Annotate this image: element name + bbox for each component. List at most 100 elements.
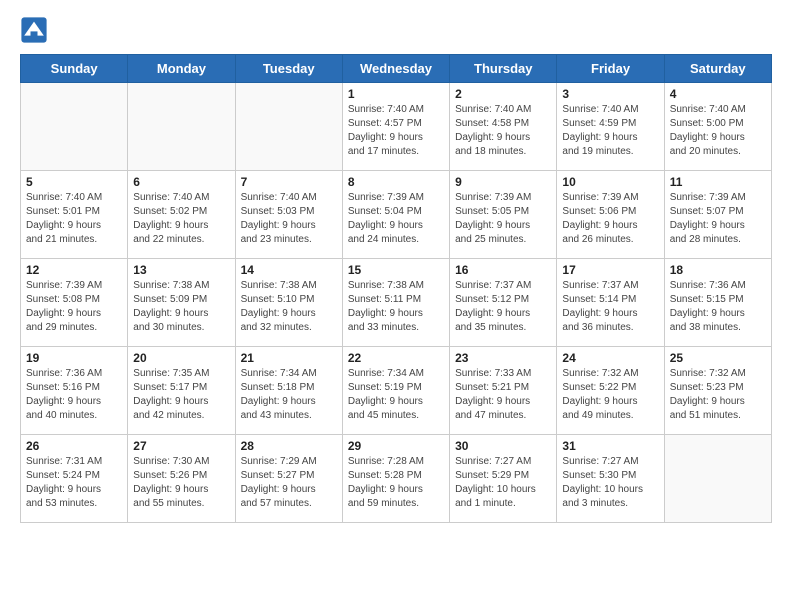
day-number: 26 <box>26 439 122 453</box>
day-info: Sunrise: 7:32 AM Sunset: 5:23 PM Dayligh… <box>670 367 766 423</box>
day-info: Sunrise: 7:38 AM Sunset: 5:11 PM Dayligh… <box>348 279 444 335</box>
empty-cell <box>128 83 235 171</box>
day-info: Sunrise: 7:37 AM Sunset: 5:14 PM Dayligh… <box>562 279 658 335</box>
day-number: 2 <box>455 87 551 101</box>
day-number: 21 <box>241 351 337 365</box>
day-cell-6: 6 Sunrise: 7:40 AM Sunset: 5:02 PM Daylig… <box>128 171 235 259</box>
day-info: Sunrise: 7:39 AM Sunset: 5:08 PM Dayligh… <box>26 279 122 335</box>
day-number: 8 <box>348 175 444 189</box>
days-of-week-row: SundayMondayTuesdayWednesdayThursdayFrid… <box>21 55 772 83</box>
day-header-saturday: Saturday <box>664 55 771 83</box>
day-info: Sunrise: 7:35 AM Sunset: 5:17 PM Dayligh… <box>133 367 229 423</box>
day-number: 12 <box>26 263 122 277</box>
day-cell-4: 4 Sunrise: 7:40 AM Sunset: 5:00 PM Daylig… <box>664 83 771 171</box>
day-number: 20 <box>133 351 229 365</box>
page: SundayMondayTuesdayWednesdayThursdayFrid… <box>0 0 792 539</box>
day-number: 25 <box>670 351 766 365</box>
day-header-thursday: Thursday <box>450 55 557 83</box>
day-number: 13 <box>133 263 229 277</box>
day-info: Sunrise: 7:29 AM Sunset: 5:27 PM Dayligh… <box>241 455 337 511</box>
day-info: Sunrise: 7:34 AM Sunset: 5:19 PM Dayligh… <box>348 367 444 423</box>
day-number: 11 <box>670 175 766 189</box>
day-header-friday: Friday <box>557 55 664 83</box>
day-cell-17: 17 Sunrise: 7:37 AM Sunset: 5:14 PM Dayli… <box>557 259 664 347</box>
day-number: 31 <box>562 439 658 453</box>
day-number: 28 <box>241 439 337 453</box>
day-info: Sunrise: 7:36 AM Sunset: 5:16 PM Dayligh… <box>26 367 122 423</box>
logo <box>20 16 52 44</box>
day-number: 23 <box>455 351 551 365</box>
day-info: Sunrise: 7:32 AM Sunset: 5:22 PM Dayligh… <box>562 367 658 423</box>
day-number: 9 <box>455 175 551 189</box>
day-cell-16: 16 Sunrise: 7:37 AM Sunset: 5:12 PM Dayli… <box>450 259 557 347</box>
day-cell-9: 9 Sunrise: 7:39 AM Sunset: 5:05 PM Daylig… <box>450 171 557 259</box>
day-info: Sunrise: 7:30 AM Sunset: 5:26 PM Dayligh… <box>133 455 229 511</box>
day-cell-26: 26 Sunrise: 7:31 AM Sunset: 5:24 PM Dayli… <box>21 435 128 523</box>
day-info: Sunrise: 7:40 AM Sunset: 5:01 PM Dayligh… <box>26 191 122 247</box>
day-cell-2: 2 Sunrise: 7:40 AM Sunset: 4:58 PM Daylig… <box>450 83 557 171</box>
day-info: Sunrise: 7:40 AM Sunset: 5:03 PM Dayligh… <box>241 191 337 247</box>
day-number: 24 <box>562 351 658 365</box>
day-cell-21: 21 Sunrise: 7:34 AM Sunset: 5:18 PM Dayli… <box>235 347 342 435</box>
day-number: 6 <box>133 175 229 189</box>
empty-cell <box>21 83 128 171</box>
day-info: Sunrise: 7:39 AM Sunset: 5:05 PM Dayligh… <box>455 191 551 247</box>
day-info: Sunrise: 7:39 AM Sunset: 5:06 PM Dayligh… <box>562 191 658 247</box>
day-cell-14: 14 Sunrise: 7:38 AM Sunset: 5:10 PM Dayli… <box>235 259 342 347</box>
day-cell-8: 8Sunrise: 7:39 AM Sunset: 5:04 PM Daylig… <box>342 171 449 259</box>
day-cell-23: 23 Sunrise: 7:33 AM Sunset: 5:21 PM Dayli… <box>450 347 557 435</box>
day-info: Sunrise: 7:40 AM Sunset: 5:00 PM Dayligh… <box>670 103 766 159</box>
week-row-2: 12 Sunrise: 7:39 AM Sunset: 5:08 PM Dayli… <box>21 259 772 347</box>
day-cell-27: 27 Sunrise: 7:30 AM Sunset: 5:26 PM Dayli… <box>128 435 235 523</box>
day-cell-29: 29Sunrise: 7:28 AM Sunset: 5:28 PM Dayli… <box>342 435 449 523</box>
day-number: 1 <box>348 87 444 101</box>
day-header-wednesday: Wednesday <box>342 55 449 83</box>
day-cell-15: 15Sunrise: 7:38 AM Sunset: 5:11 PM Dayli… <box>342 259 449 347</box>
day-number: 30 <box>455 439 551 453</box>
calendar-table: SundayMondayTuesdayWednesdayThursdayFrid… <box>20 54 772 523</box>
day-number: 17 <box>562 263 658 277</box>
day-info: Sunrise: 7:31 AM Sunset: 5:24 PM Dayligh… <box>26 455 122 511</box>
day-number: 19 <box>26 351 122 365</box>
day-header-sunday: Sunday <box>21 55 128 83</box>
day-number: 10 <box>562 175 658 189</box>
day-info: Sunrise: 7:38 AM Sunset: 5:09 PM Dayligh… <box>133 279 229 335</box>
day-cell-11: 11 Sunrise: 7:39 AM Sunset: 5:07 PM Dayli… <box>664 171 771 259</box>
day-info: Sunrise: 7:40 AM Sunset: 4:58 PM Dayligh… <box>455 103 551 159</box>
day-cell-31: 31Sunrise: 7:27 AM Sunset: 5:30 PM Dayli… <box>557 435 664 523</box>
day-info: Sunrise: 7:37 AM Sunset: 5:12 PM Dayligh… <box>455 279 551 335</box>
day-cell-1: 1 Sunrise: 7:40 AM Sunset: 4:57 PM Daylig… <box>342 83 449 171</box>
day-cell-28: 28 Sunrise: 7:29 AM Sunset: 5:27 PM Dayli… <box>235 435 342 523</box>
day-number: 4 <box>670 87 766 101</box>
day-cell-30: 30Sunrise: 7:27 AM Sunset: 5:29 PM Dayli… <box>450 435 557 523</box>
day-cell-25: 25 Sunrise: 7:32 AM Sunset: 5:23 PM Dayli… <box>664 347 771 435</box>
day-info: Sunrise: 7:39 AM Sunset: 5:07 PM Dayligh… <box>670 191 766 247</box>
day-info: Sunrise: 7:34 AM Sunset: 5:18 PM Dayligh… <box>241 367 337 423</box>
day-number: 16 <box>455 263 551 277</box>
empty-cell <box>235 83 342 171</box>
day-number: 7 <box>241 175 337 189</box>
day-header-tuesday: Tuesday <box>235 55 342 83</box>
day-info: Sunrise: 7:38 AM Sunset: 5:10 PM Dayligh… <box>241 279 337 335</box>
week-row-0: 1 Sunrise: 7:40 AM Sunset: 4:57 PM Daylig… <box>21 83 772 171</box>
day-cell-18: 18 Sunrise: 7:36 AM Sunset: 5:15 PM Dayli… <box>664 259 771 347</box>
day-cell-13: 13 Sunrise: 7:38 AM Sunset: 5:09 PM Dayli… <box>128 259 235 347</box>
day-info: Sunrise: 7:40 AM Sunset: 4:57 PM Dayligh… <box>348 103 444 159</box>
day-number: 27 <box>133 439 229 453</box>
day-cell-12: 12 Sunrise: 7:39 AM Sunset: 5:08 PM Dayli… <box>21 259 128 347</box>
day-number: 22 <box>348 351 444 365</box>
day-info: Sunrise: 7:33 AM Sunset: 5:21 PM Dayligh… <box>455 367 551 423</box>
day-info: Sunrise: 7:40 AM Sunset: 5:02 PM Dayligh… <box>133 191 229 247</box>
day-number: 18 <box>670 263 766 277</box>
calendar-body: 1 Sunrise: 7:40 AM Sunset: 4:57 PM Daylig… <box>21 83 772 523</box>
day-cell-24: 24 Sunrise: 7:32 AM Sunset: 5:22 PM Dayli… <box>557 347 664 435</box>
day-number: 5 <box>26 175 122 189</box>
week-row-4: 26 Sunrise: 7:31 AM Sunset: 5:24 PM Dayli… <box>21 435 772 523</box>
day-cell-19: 19 Sunrise: 7:36 AM Sunset: 5:16 PM Dayli… <box>21 347 128 435</box>
week-row-3: 19 Sunrise: 7:36 AM Sunset: 5:16 PM Dayli… <box>21 347 772 435</box>
day-info: Sunrise: 7:36 AM Sunset: 5:15 PM Dayligh… <box>670 279 766 335</box>
logo-icon <box>20 16 48 44</box>
day-number: 14 <box>241 263 337 277</box>
day-info: Sunrise: 7:28 AM Sunset: 5:28 PM Dayligh… <box>348 455 444 511</box>
day-cell-22: 22 Sunrise: 7:34 AM Sunset: 5:19 PM Dayli… <box>342 347 449 435</box>
